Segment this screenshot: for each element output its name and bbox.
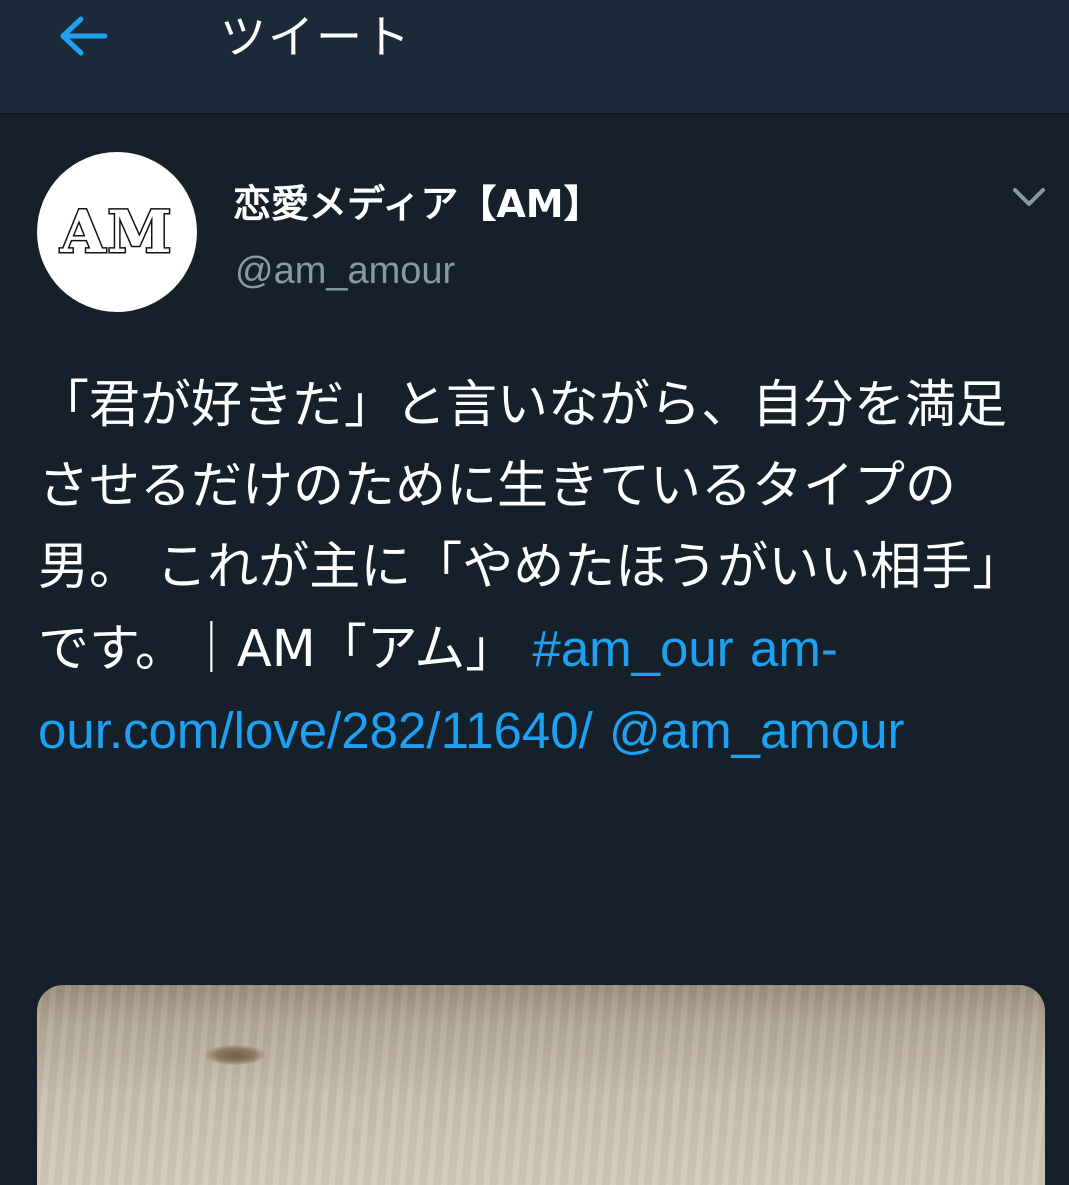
mention-link[interactable]: @am_amour bbox=[609, 702, 905, 759]
hashtag-link[interactable]: #am_our bbox=[532, 620, 733, 677]
back-button[interactable] bbox=[52, 8, 114, 64]
tweet-media-image[interactable] bbox=[37, 985, 1045, 1185]
tweet-menu-button[interactable] bbox=[1005, 177, 1053, 217]
tweet-text: 「君が好きだ」と言いながら、自分を満足させるだけのために生きているタイプの男。 … bbox=[38, 365, 1048, 772]
avatar-logo: AM bbox=[59, 197, 174, 268]
avatar[interactable]: AM bbox=[37, 152, 197, 312]
author-display-name[interactable]: 恋愛メディア【AM】 bbox=[233, 173, 602, 228]
arrow-left-icon bbox=[60, 16, 108, 56]
author-handle[interactable]: @am_amour bbox=[235, 250, 455, 293]
tweet-body-text: 「君が好きだ」と言いながら、自分を満足させるだけのために生きているタイプの男。 … bbox=[38, 376, 1024, 679]
tweet-detail: AM 恋愛メディア【AM】 @am_amour 「君が好きだ」と言いながら、自分… bbox=[0, 115, 1069, 1185]
chevron-down-icon bbox=[1013, 188, 1045, 206]
media-texture bbox=[37, 985, 1045, 1185]
media-detail bbox=[205, 1045, 265, 1065]
page-title: ツイート bbox=[220, 10, 412, 64]
top-app-bar: ツイート bbox=[0, 0, 1069, 115]
